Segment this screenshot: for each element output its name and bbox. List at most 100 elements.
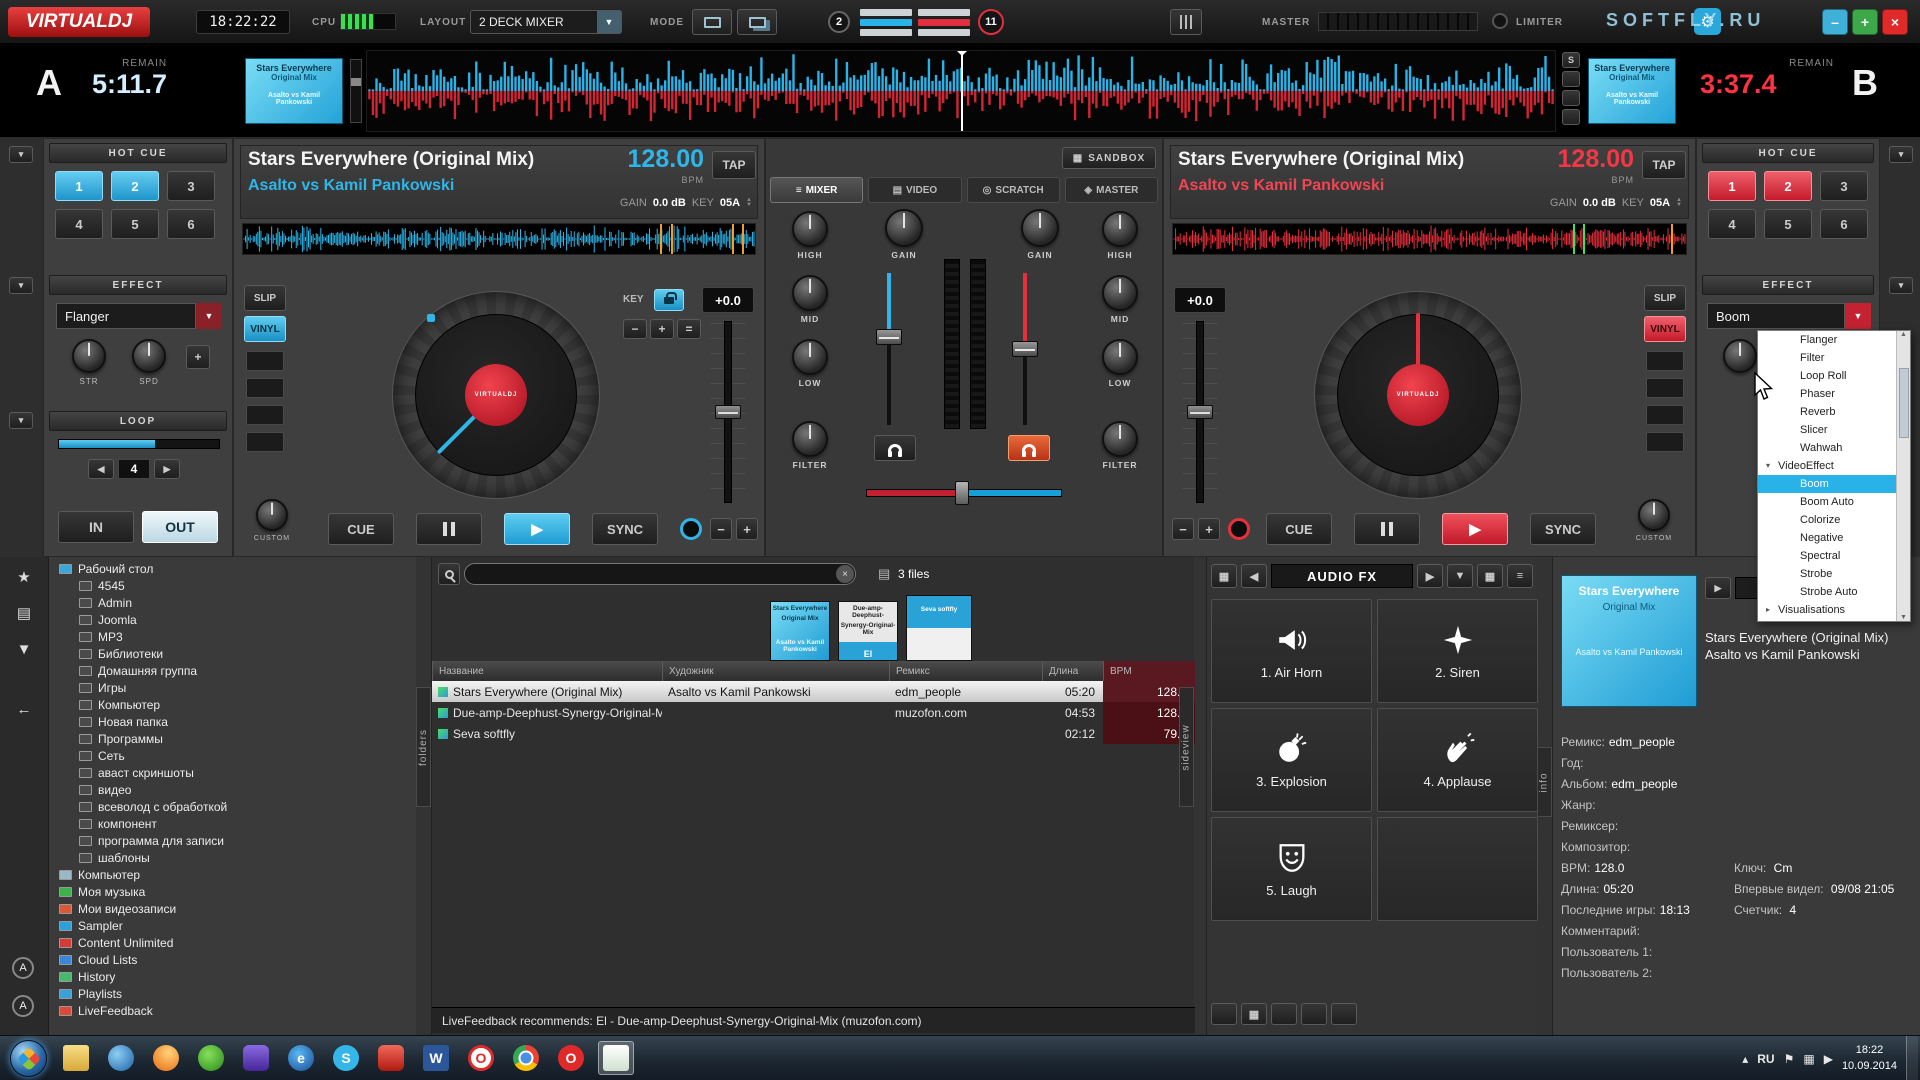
eq-knob-item[interactable]: MID [1084, 275, 1156, 325]
sampler-bank-title[interactable]: AUDIO FX [1271, 564, 1413, 588]
mode-dual-button[interactable] [737, 9, 777, 35]
mixer-tab[interactable]: ▤ VIDEO [868, 177, 962, 203]
gain-knob-right[interactable]: GAIN [1004, 209, 1076, 261]
pitch-reset-button[interactable]: = [677, 319, 701, 339]
search-clear-icon[interactable]: × [836, 565, 854, 583]
eq-knob-item[interactable]: HIGH [774, 211, 846, 261]
side-button[interactable] [1562, 109, 1580, 125]
knob-dial[interactable] [792, 275, 828, 311]
pad-button[interactable] [246, 432, 284, 452]
effect-menu-item[interactable]: Slicer [1758, 421, 1896, 439]
folder-tree-item[interactable]: шаблоны [49, 849, 416, 866]
deck-b-jog-wheel[interactable]: VIRTUALDJ [1314, 291, 1522, 499]
search-icon[interactable] [438, 563, 460, 585]
collapse-loop-icon[interactable]: ▾ [9, 412, 33, 429]
folder-tree-item[interactable]: Игры [49, 679, 416, 696]
flag-icon[interactable]: ⚑ [1784, 1052, 1795, 1066]
effect-menu-item[interactable]: Reverb [1758, 403, 1896, 421]
start-button[interactable] [10, 1040, 47, 1077]
folder-tree-item[interactable]: Новая папка [49, 713, 416, 730]
volume-icon[interactable]: ▶ [1824, 1052, 1833, 1066]
column-header[interactable]: Ремикс [889, 661, 1042, 681]
scroll-up-icon[interactable]: ▲ [1900, 331, 1907, 338]
effect-knob[interactable] [1723, 339, 1757, 373]
effect-menu-item[interactable]: Boom Auto [1758, 493, 1896, 511]
pad-button[interactable] [1646, 378, 1684, 398]
folder-tree-item[interactable]: Мои видеозаписи [49, 900, 416, 917]
effect-menu-item[interactable]: VideoEffect [1758, 457, 1896, 475]
pad-button[interactable] [1646, 432, 1684, 452]
rec-icon[interactable] [1211, 1003, 1237, 1025]
folder-tree-item[interactable]: Admin [49, 594, 416, 611]
scroll-thumb[interactable] [1898, 368, 1909, 438]
folder-tree-item[interactable]: LiveFeedback [49, 1002, 416, 1019]
sampler-pad-siren[interactable]: 2. Siren [1377, 599, 1538, 703]
taskbar-app-icon[interactable] [103, 1041, 139, 1075]
pad-button[interactable] [246, 378, 284, 398]
minimize-button[interactable]: – [1822, 9, 1848, 35]
taskbar-app-icon[interactable] [238, 1041, 274, 1075]
search-input[interactable] [464, 563, 856, 585]
sampler-pad-laugh[interactable]: 5. Laugh [1211, 817, 1372, 921]
folder-tree-item[interactable]: аваст скриншоты [49, 764, 416, 781]
taskbar-app-icon[interactable]: O [553, 1041, 589, 1075]
fader-handle[interactable] [876, 328, 902, 345]
folder-tree-item[interactable]: Библиотеки [49, 645, 416, 662]
language-indicator[interactable]: RU [1757, 1052, 1774, 1066]
folder-tree-item[interactable]: Sampler [49, 917, 416, 934]
sideview-tab[interactable]: sideview [1179, 687, 1194, 807]
album-art-thumb[interactable]: Stars Everywhere Original Mix Asalto vs … [770, 601, 830, 661]
column-header[interactable]: Художник [662, 661, 889, 681]
tray-expand-icon[interactable]: ▴ [1742, 1052, 1748, 1066]
next-bank-icon[interactable]: ▶ [1417, 564, 1443, 588]
master-level-badge[interactable]: 11 [978, 9, 1004, 35]
column-header[interactable]: Название [432, 661, 662, 681]
hot-cue-button[interactable]: 5 [111, 209, 159, 239]
knob-dial[interactable] [1102, 421, 1138, 457]
effect-menu-item[interactable]: Wahwah [1758, 439, 1896, 457]
pitch-slider[interactable] [1182, 321, 1218, 503]
vinyl-button[interactable]: VINYL [1644, 316, 1686, 342]
knob-dial[interactable] [1102, 275, 1138, 311]
eq-knob-item[interactable]: FILTER [1084, 421, 1156, 471]
eq-knob-item[interactable]: LOW [1084, 339, 1156, 389]
side-button[interactable] [1562, 71, 1580, 87]
custom-knob[interactable] [256, 499, 288, 531]
overview-waveform[interactable] [366, 50, 1556, 132]
hot-cue-button[interactable]: 1 [1708, 171, 1756, 201]
mixer-tab[interactable]: ≡ MIXER [770, 177, 864, 203]
taskbar-app-icon[interactable]: W [418, 1041, 454, 1075]
loop-out-button[interactable]: OUT [142, 511, 218, 543]
minus-button[interactable]: − [1172, 518, 1194, 540]
grid-view-icon[interactable]: ▦ [1477, 564, 1503, 588]
headphone-cue-right-button[interactable] [1008, 435, 1050, 461]
hot-cue-button[interactable]: 3 [1820, 171, 1868, 201]
preview-play-icon[interactable]: ▶ [1705, 577, 1731, 599]
tree-expander-icon[interactable] [1766, 457, 1778, 475]
deck-b-wave-strip[interactable] [1172, 223, 1687, 255]
effect-select[interactable]: Flanger ▼ [56, 303, 222, 329]
pause-button[interactable] [1354, 513, 1420, 545]
sync-button[interactable]: SYNC [1530, 513, 1596, 545]
prev-bank-icon[interactable]: ◀ [1241, 564, 1267, 588]
effect-menu-item[interactable]: Visualisations [1758, 601, 1896, 619]
sampler-pad-applause[interactable]: 4. Applause [1377, 708, 1538, 812]
taskbar-app-icon[interactable] [193, 1041, 229, 1075]
mic-count-badge[interactable]: 2 [828, 11, 850, 33]
equalizer-icon-button[interactable] [1170, 9, 1202, 35]
grid-icon[interactable]: ▦ [1211, 564, 1237, 588]
sampler-pad-airhorn[interactable]: 1. Air Horn [1211, 599, 1372, 703]
play-button[interactable]: ▶ [504, 513, 570, 545]
file-row[interactable]: Due-amp-Deephust-Synergy-Original-Mix El… [432, 702, 1195, 723]
loop-ring-button[interactable] [680, 518, 702, 540]
layout-dropdown[interactable]: 2 DECK MIXER ▼ [470, 10, 622, 34]
knob-dial[interactable] [72, 339, 106, 373]
sampler-pad-explosion[interactable]: 3. Explosion [1211, 708, 1372, 812]
taskbar-clock[interactable]: 18:22 10.09.2014 [1842, 1043, 1897, 1075]
file-row[interactable]: Stars Everywhere (Original Mix) Asalto v… [432, 681, 1195, 702]
folders-tab[interactable]: folders [416, 687, 431, 807]
taskbar-app-icon[interactable] [148, 1041, 184, 1075]
deck-a-jog-wheel[interactable]: VIRTUALDJ [392, 291, 600, 499]
crossfader[interactable] [866, 479, 1062, 507]
automix-badge-icon[interactable]: A [12, 957, 34, 979]
